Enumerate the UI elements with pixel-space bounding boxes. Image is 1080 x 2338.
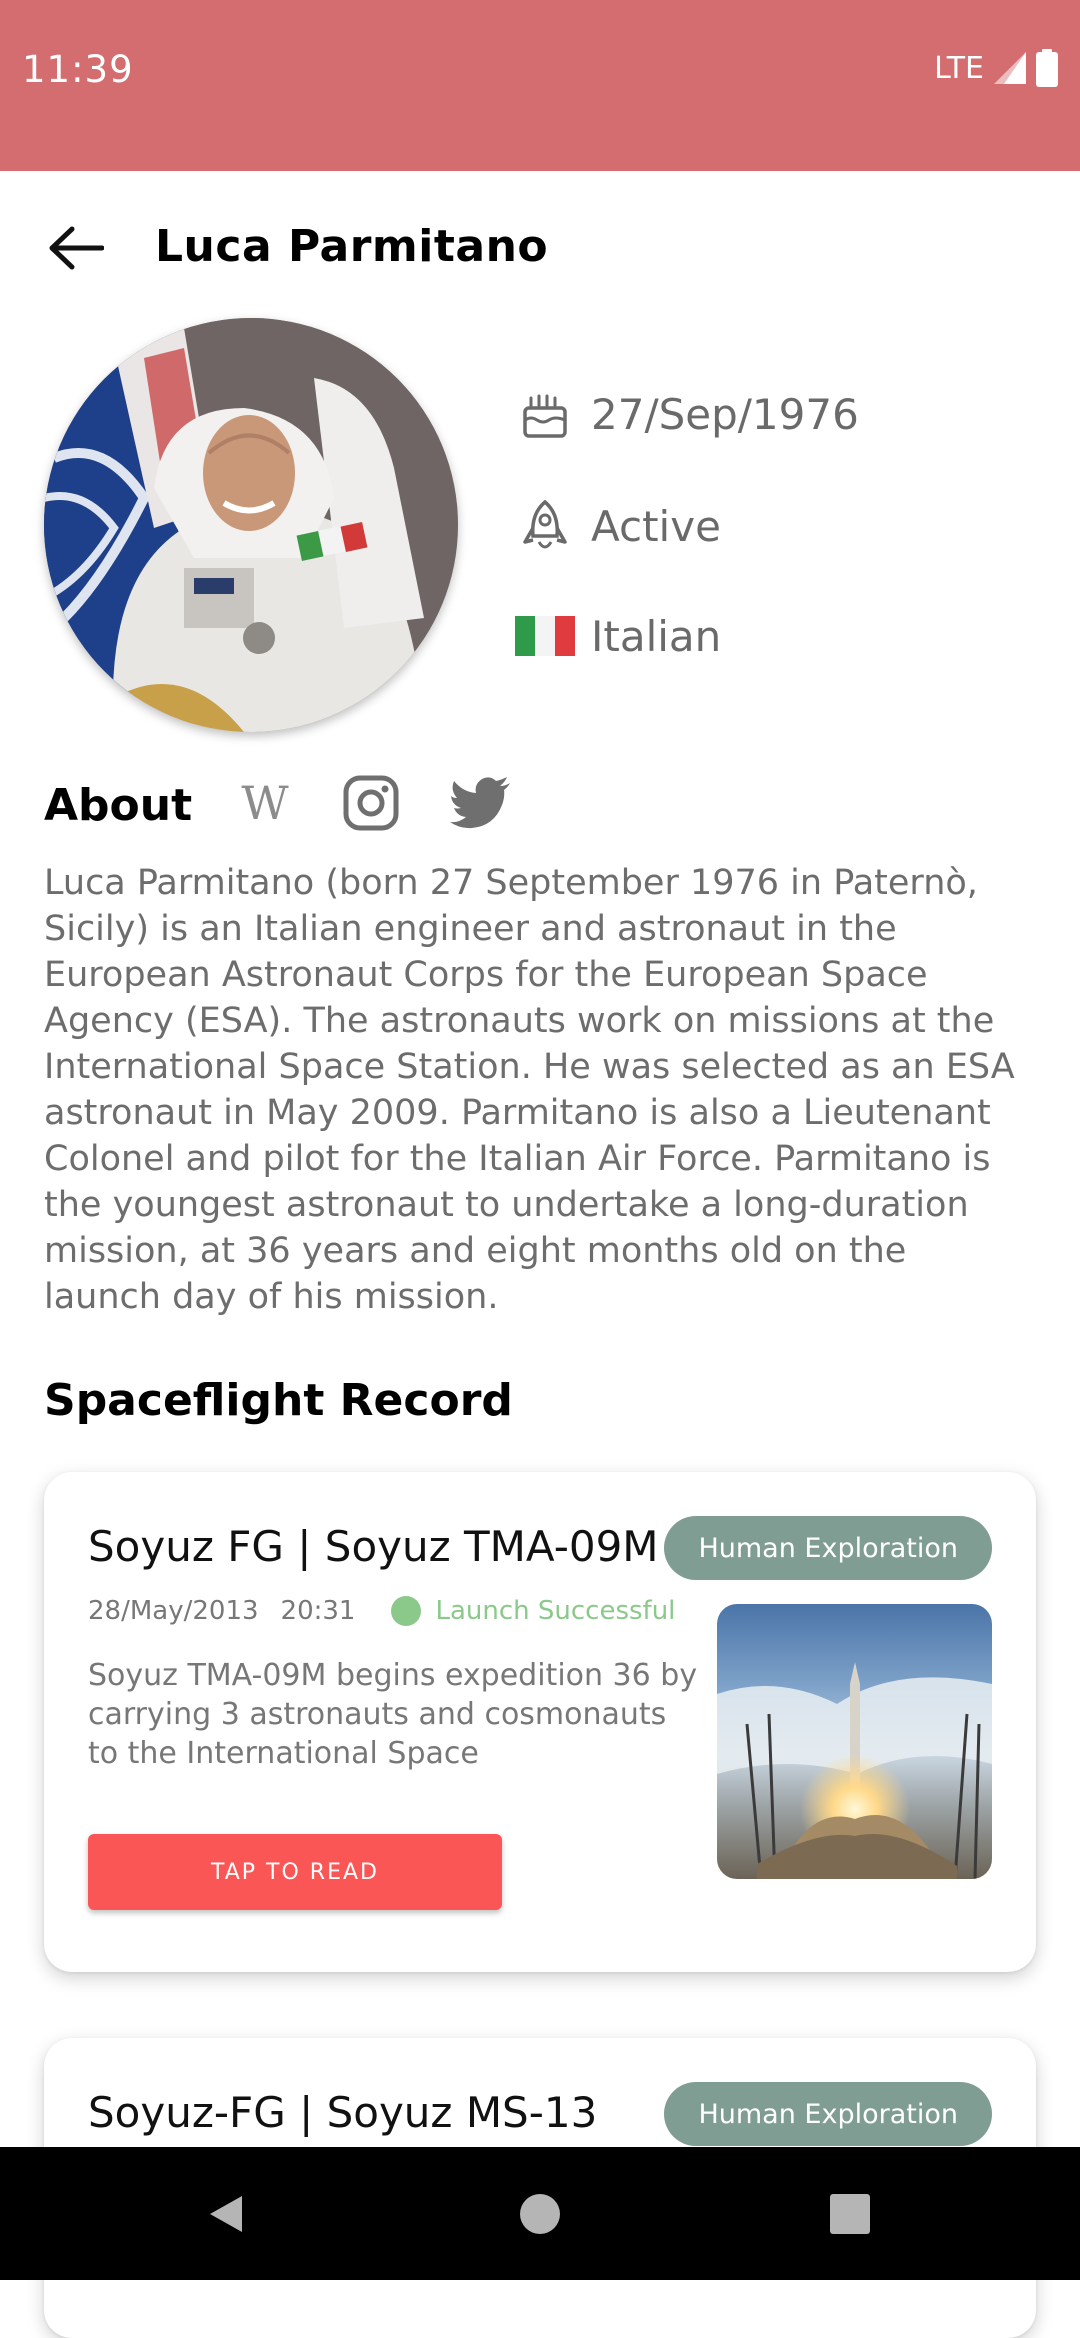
status-bar: 11:39 LTE xyxy=(0,0,1080,171)
app-bar: Luca Parmitano xyxy=(0,171,1080,321)
mission-meta: 28/May/2013 20:31 Launch Successful xyxy=(88,1596,675,1626)
recents-square-icon xyxy=(830,2193,870,2234)
page-title: Luca Parmitano xyxy=(155,221,549,272)
cake-icon xyxy=(515,384,575,444)
mission-card[interactable]: Soyuz FG | Soyuz TMA-09M Human Explorati… xyxy=(44,1472,1036,1972)
instagram-icon[interactable] xyxy=(338,770,404,836)
launch-image xyxy=(717,1604,992,1879)
nav-recents-button[interactable] xyxy=(780,2147,920,2280)
mission-date: 28/May/2013 xyxy=(88,1596,259,1626)
arrow-left-icon xyxy=(49,226,104,270)
network-type: LTE xyxy=(934,50,984,86)
birth-date-row: 27/Sep/1976 xyxy=(515,384,859,444)
nav-home-button[interactable] xyxy=(470,2147,610,2280)
nav-back-button[interactable] xyxy=(156,2147,296,2280)
signal-icon xyxy=(994,52,1026,84)
about-text: Luca Parmitano (born 27 September 1976 i… xyxy=(44,863,1015,1317)
launch-status: Launch Successful xyxy=(435,1596,676,1626)
avatar xyxy=(44,318,458,732)
wikipedia-icon[interactable]: W xyxy=(232,770,298,836)
mission-title: Soyuz-FG | Soyuz MS-13 xyxy=(88,2088,598,2137)
mission-tag: Human Exploration xyxy=(664,2082,992,2146)
battery-icon xyxy=(1036,49,1058,87)
astronaut-status: Active xyxy=(591,501,721,551)
spaceflight-record-title: Spaceflight Record xyxy=(44,1375,513,1426)
birth-date: 27/Sep/1976 xyxy=(591,389,859,439)
status-dot-icon xyxy=(391,1596,422,1626)
tap-to-read-button[interactable]: TAP TO READ xyxy=(88,1834,502,1910)
home-circle-icon xyxy=(520,2193,560,2234)
back-triangle-icon xyxy=(210,2195,242,2232)
nationality-row: Italian xyxy=(515,606,721,666)
system-nav-bar xyxy=(0,2147,1080,2280)
mission-title: Soyuz FG | Soyuz TMA-09M xyxy=(88,1522,659,1571)
mission-tag: Human Exploration xyxy=(664,1516,992,1580)
status-time: 11:39 xyxy=(22,48,134,91)
about-title: About xyxy=(44,780,193,831)
rocket-icon xyxy=(515,496,575,556)
status-icons: LTE xyxy=(934,48,1058,88)
status-row: Active xyxy=(515,496,721,556)
astronaut-photo xyxy=(44,318,458,732)
mission-time: 20:31 xyxy=(280,1596,356,1626)
italy-flag-icon xyxy=(515,606,575,666)
nationality: Italian xyxy=(591,611,722,661)
twitter-icon[interactable] xyxy=(448,770,514,836)
back-button[interactable] xyxy=(44,216,108,280)
mission-description: Soyuz TMA-09M begins expedition 36 by ca… xyxy=(88,1658,698,1771)
